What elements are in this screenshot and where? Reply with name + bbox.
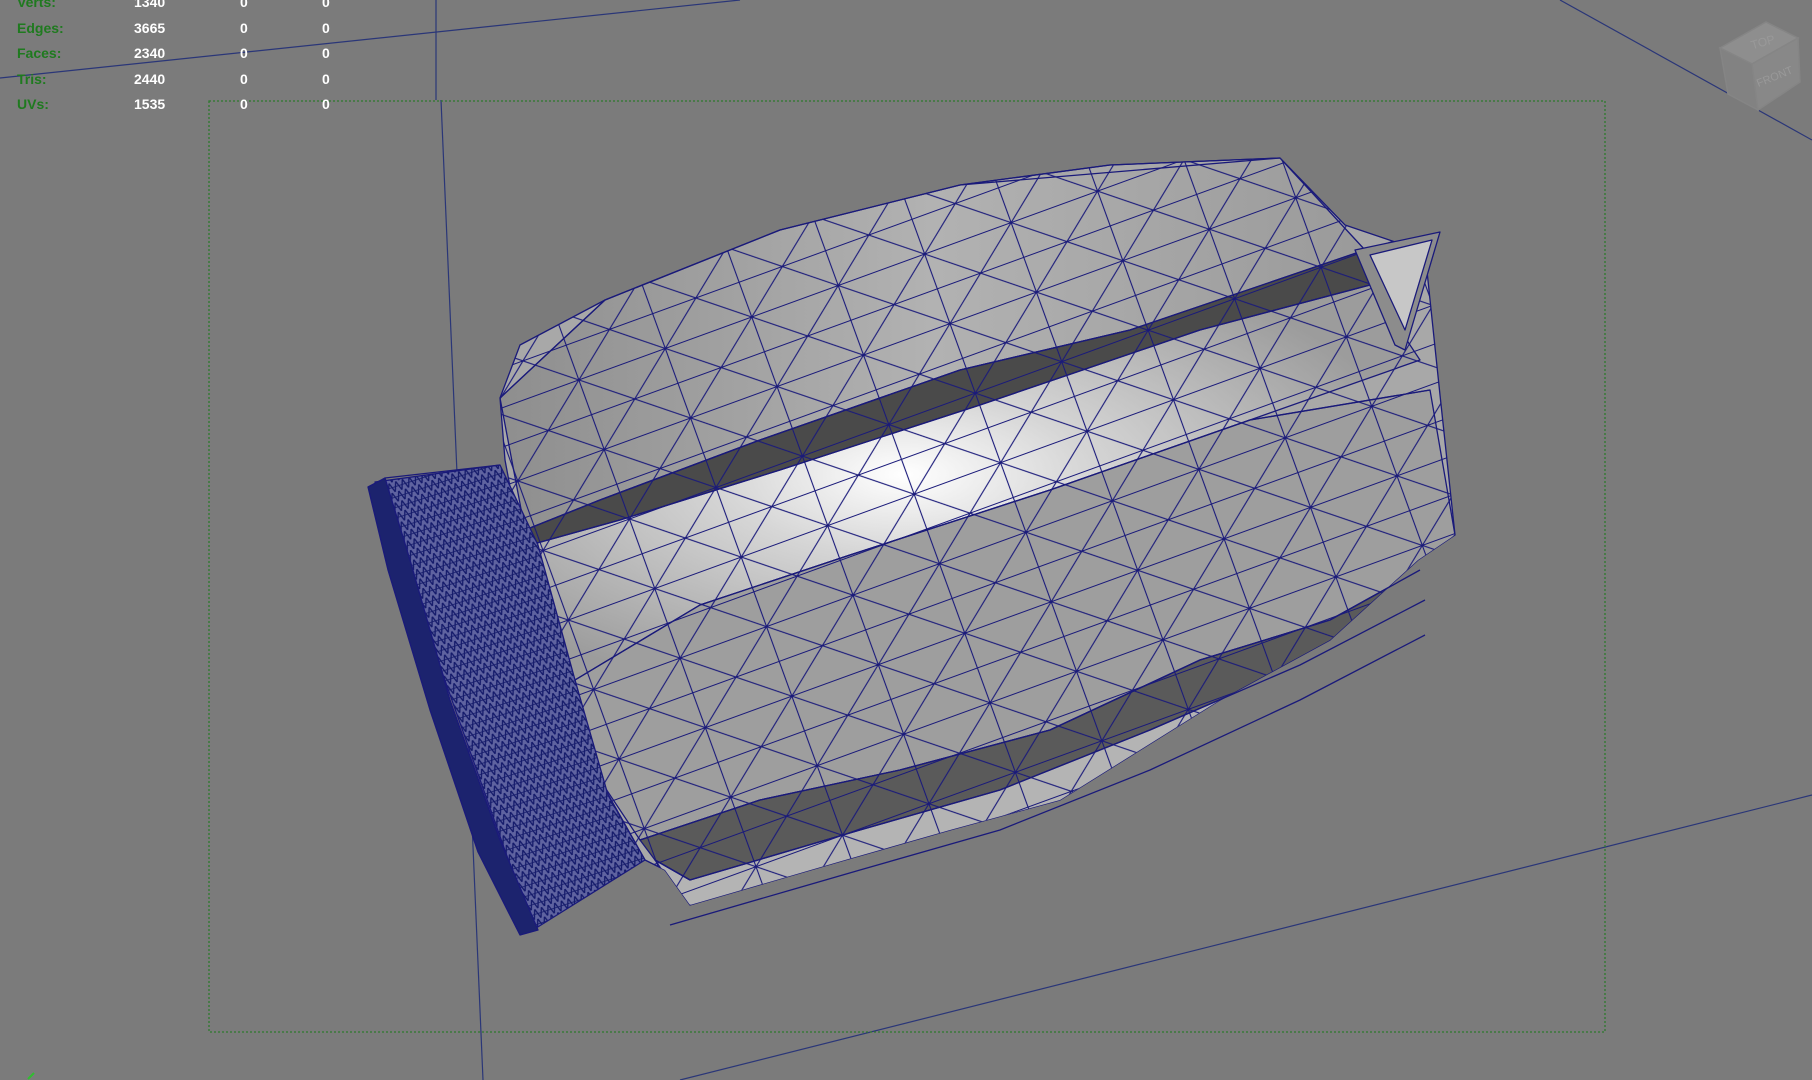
hud-verts-selected: 0: [240, 0, 248, 10]
hud-faces-total: 2340: [134, 45, 166, 61]
axis-origin-icon: [27, 1072, 35, 1080]
hud-uvs-component: 0: [322, 96, 330, 112]
hud-edges-total: 3665: [134, 19, 166, 36]
hud-verts-total: 1340: [134, 0, 166, 10]
hud-tris-component: 0: [322, 70, 330, 87]
perspective-viewport[interactable]: Verts: 1340 0 0 Edges: 3665 0 0 Faces: 2…: [0, 0, 1812, 1080]
hud-tris-total: 2440: [134, 70, 166, 87]
view-cube-icon[interactable]: TOP FRONT: [1706, 18, 1804, 116]
hud-label-verts: Verts:: [17, 0, 56, 10]
viewport-scene[interactable]: [0, 0, 1812, 1080]
hud-label-uvs: UVs:: [17, 96, 49, 112]
hud-label-tris: Tris:: [17, 70, 47, 87]
hud-edges-component: 0: [322, 19, 330, 36]
hud-uvs-total: 1535: [134, 96, 166, 112]
hud-verts-component: 0: [322, 0, 330, 10]
hud-label-faces: Faces:: [17, 45, 62, 61]
hud-faces-component: 0: [322, 45, 330, 61]
wireframe-mesh: [367, 157, 1456, 936]
hud-tris-selected: 0: [240, 70, 248, 87]
hud-faces-selected: 0: [240, 45, 248, 61]
hud-label-edges: Edges:: [17, 19, 64, 36]
hud-uvs-selected: 0: [240, 96, 248, 112]
hud-edges-selected: 0: [240, 19, 248, 36]
